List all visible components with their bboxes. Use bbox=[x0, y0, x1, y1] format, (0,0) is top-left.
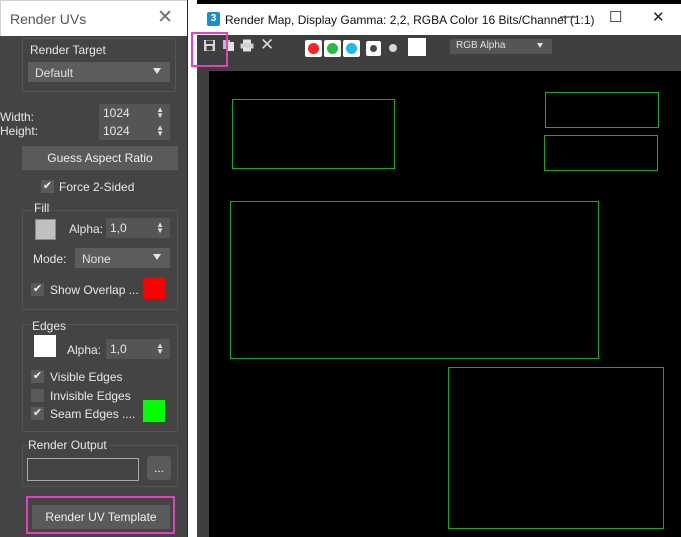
force-two-sided-checkbox[interactable]: ✔ bbox=[41, 180, 54, 193]
visible-edges-label: Visible Edges bbox=[50, 370, 123, 384]
print-icon[interactable] bbox=[240, 39, 254, 55]
chevron-down-icon bbox=[537, 43, 543, 48]
height-spinner[interactable]: 1024 ▲ ▼ bbox=[99, 122, 170, 140]
fill-alpha-value: 1,0 bbox=[110, 221, 127, 235]
panel-title: Render UVs bbox=[10, 11, 87, 27]
maximize-icon[interactable]: ☐ bbox=[609, 8, 622, 26]
green-channel-toggle[interactable] bbox=[324, 40, 341, 57]
chevron-down-icon bbox=[153, 254, 161, 260]
green-channel-icon bbox=[327, 43, 338, 54]
render-map-window: 3 Render Map, Display Gamma: 2,2, RGBA C… bbox=[191, 0, 681, 537]
fill-alpha-spinner[interactable]: 1,0 ▲ ▼ bbox=[106, 218, 170, 238]
render-target-label: Render Target bbox=[30, 43, 106, 57]
channel-display-dropdown[interactable]: RGB Alpha bbox=[450, 39, 552, 54]
monochrome-icon[interactable] bbox=[389, 44, 397, 52]
canvas-left-margin bbox=[197, 59, 209, 537]
invisible-edges-checkbox[interactable] bbox=[31, 389, 44, 402]
render-map-title: Render Map, Display Gamma: 2,2, RGBA Col… bbox=[225, 13, 595, 27]
show-overlap-label: Show Overlap ... bbox=[50, 283, 139, 297]
show-overlap-checkbox[interactable]: ✔ bbox=[31, 283, 44, 296]
height-value: 1024 bbox=[103, 124, 130, 138]
alpha-channel-toggle[interactable] bbox=[366, 41, 381, 56]
blue-channel-toggle[interactable] bbox=[343, 40, 360, 57]
mode-label: Mode: bbox=[33, 252, 67, 266]
app-icon: 3 bbox=[207, 12, 220, 26]
mode-dropdown[interactable]: None bbox=[75, 248, 170, 268]
close-icon[interactable]: ✕ bbox=[157, 6, 173, 29]
red-channel-toggle[interactable] bbox=[305, 40, 322, 57]
browse-output-button[interactable]: ... bbox=[147, 456, 171, 480]
fill-color-swatch[interactable] bbox=[35, 219, 56, 240]
seam-color-swatch[interactable] bbox=[143, 400, 165, 422]
visible-edges-checkbox[interactable]: ✔ bbox=[31, 370, 44, 383]
background-color-swatch[interactable] bbox=[408, 38, 426, 56]
render-map-toolbar: ✕ RGB Alpha bbox=[197, 35, 681, 59]
panel-title-bar: Render UVs ✕ bbox=[0, 0, 187, 36]
chevron-down-icon bbox=[153, 68, 161, 74]
width-label: Width: bbox=[0, 110, 35, 124]
overlap-color-swatch[interactable] bbox=[143, 277, 165, 299]
fill-alpha-label: Alpha: bbox=[69, 222, 104, 236]
edges-alpha-spinner[interactable]: 1,0 ▲ ▼ bbox=[106, 339, 170, 359]
render-target-value: Default bbox=[35, 66, 74, 80]
render-uvs-panel: Render UVs ✕ Render Target Default Width… bbox=[0, 0, 188, 537]
render-output-field[interactable] bbox=[27, 458, 139, 481]
uv-render-canvas bbox=[197, 59, 681, 537]
edges-color-swatch[interactable] bbox=[34, 335, 56, 357]
render-map-title-bar: 3 Render Map, Display Gamma: 2,2, RGBA C… bbox=[197, 4, 681, 35]
uv-image bbox=[209, 71, 681, 537]
copy-icon[interactable] bbox=[222, 39, 235, 55]
height-label: Height: bbox=[0, 124, 39, 138]
spinner-arrows-icon[interactable]: ▲ ▼ bbox=[156, 342, 164, 356]
spinner-arrows-icon[interactable]: ▲ ▼ bbox=[156, 124, 164, 138]
render-target-dropdown[interactable]: Default bbox=[28, 62, 170, 82]
canvas-top-margin bbox=[197, 59, 681, 71]
invisible-edges-label: Invisible Edges bbox=[50, 389, 131, 403]
seam-edges-label: Seam Edges .... bbox=[50, 407, 136, 421]
edges-alpha-label: Alpha: bbox=[67, 343, 102, 357]
width-spinner[interactable]: 1024 ▲ ▼ bbox=[99, 104, 170, 122]
red-channel-icon bbox=[308, 43, 319, 54]
uv-island bbox=[544, 135, 658, 171]
width-value: 1024 bbox=[103, 106, 130, 120]
clear-icon[interactable]: ✕ bbox=[260, 36, 274, 53]
spinner-arrows-icon[interactable]: ▲ ▼ bbox=[156, 106, 164, 120]
seam-edges-checkbox[interactable]: ✔ bbox=[31, 407, 44, 420]
uv-island bbox=[545, 92, 659, 128]
alpha-channel-icon bbox=[370, 45, 377, 52]
save-icon[interactable] bbox=[203, 39, 216, 55]
edges-alpha-value: 1,0 bbox=[110, 342, 127, 356]
edges-label: Edges bbox=[31, 319, 68, 333]
channel-display-value: RGB Alpha bbox=[456, 40, 506, 51]
fill-label: Fill bbox=[33, 201, 51, 215]
render-uv-template-button[interactable]: Render UV Template bbox=[32, 505, 170, 529]
minimize-icon[interactable]: — bbox=[560, 8, 575, 25]
uv-island bbox=[448, 367, 664, 529]
guess-aspect-ratio-button[interactable]: Guess Aspect Ratio bbox=[22, 146, 178, 170]
mode-value: None bbox=[82, 252, 111, 266]
force-two-sided-label: Force 2-Sided bbox=[59, 180, 135, 194]
spinner-arrows-icon[interactable]: ▲ ▼ bbox=[156, 221, 164, 235]
uv-island bbox=[232, 99, 395, 169]
render-output-label: Render Output bbox=[27, 438, 108, 452]
uv-island bbox=[230, 201, 599, 359]
close-icon[interactable]: ✕ bbox=[652, 8, 665, 26]
blue-channel-icon bbox=[346, 43, 357, 54]
